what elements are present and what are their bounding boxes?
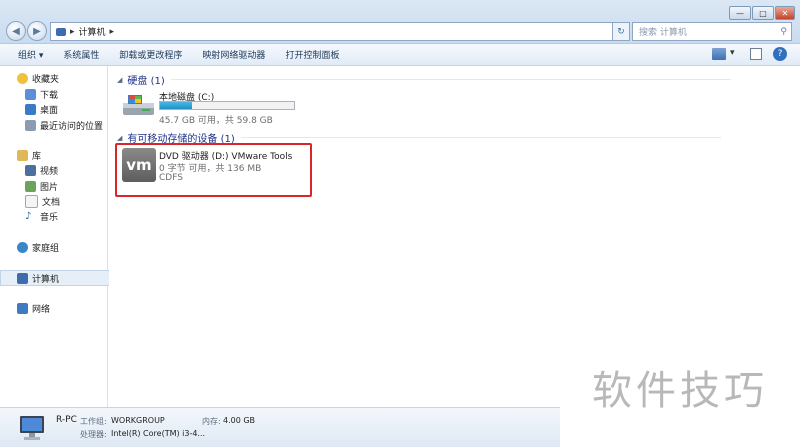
video-icon bbox=[25, 164, 36, 176]
drive-filesystem: CDFS bbox=[159, 173, 183, 183]
memory-label: 内存: bbox=[202, 417, 221, 426]
command-toolbar: 组织 ▾ 系统属性 卸载或更改程序 映射网络驱动器 打开控制面板 ▾ ? bbox=[0, 44, 800, 66]
star-icon bbox=[17, 72, 28, 84]
search-placeholder: 搜索 计算机 bbox=[639, 28, 687, 38]
collapse-icon: ◢ bbox=[117, 75, 123, 84]
drive-usage-bar bbox=[159, 101, 295, 110]
minimize-button[interactable]: — bbox=[729, 6, 751, 20]
sidebar-item-label: 下载 bbox=[40, 90, 59, 101]
chevron-down-icon[interactable]: ▾ bbox=[730, 48, 735, 58]
search-input[interactable]: 搜索 计算机 ⚲ bbox=[632, 22, 792, 41]
sidebar-item-favorites[interactable]: 收藏夹 bbox=[0, 71, 125, 85]
sidebar-item-label: 桌面 bbox=[40, 105, 59, 116]
computer-icon bbox=[20, 416, 44, 440]
search-icon: ⚲ bbox=[780, 26, 787, 37]
drive-usage-fill bbox=[160, 102, 193, 109]
sidebar-item-label: 音乐 bbox=[40, 212, 59, 223]
sidebar-item-network[interactable]: 网络 bbox=[0, 301, 125, 315]
homegroup-icon bbox=[17, 241, 28, 253]
toolbar-open-control-panel[interactable]: 打开控制面板 bbox=[275, 48, 349, 61]
close-button[interactable]: ✕ bbox=[775, 6, 795, 20]
sidebar-item-label: 计算机 bbox=[32, 274, 60, 285]
toolbar-uninstall-program[interactable]: 卸载或更改程序 bbox=[109, 48, 192, 61]
collapse-icon: ◢ bbox=[117, 133, 123, 142]
sidebar-item-label: 视频 bbox=[40, 166, 59, 177]
memory-value: 4.00 GB bbox=[223, 416, 256, 425]
drive-free-space: 45.7 GB 可用，共 59.8 GB bbox=[159, 116, 273, 126]
download-folder-icon bbox=[25, 88, 36, 100]
picture-icon bbox=[25, 180, 36, 192]
library-icon bbox=[17, 149, 28, 161]
drive-d[interactable]: vm DVD 驱动器 (D:) VMware Tools 0 字节 可用，共 1… bbox=[119, 146, 309, 192]
computer-icon bbox=[56, 27, 66, 36]
group-divider bbox=[170, 79, 731, 80]
vmware-logo-text: vm bbox=[126, 156, 152, 174]
sidebar-item-label: 文档 bbox=[42, 197, 61, 208]
sidebar-item-libraries[interactable]: 库 bbox=[0, 148, 125, 162]
computer-icon bbox=[17, 272, 28, 284]
refresh-icon: ↻ bbox=[617, 26, 625, 37]
view-options-icon[interactable] bbox=[712, 48, 726, 60]
network-icon bbox=[17, 302, 28, 314]
arrow-left-icon: ◀ bbox=[12, 25, 20, 37]
arrow-right-icon: ▶ bbox=[33, 25, 41, 37]
desktop-icon bbox=[25, 103, 36, 115]
preview-pane-icon[interactable] bbox=[750, 48, 762, 60]
music-icon: ♪ bbox=[25, 210, 32, 222]
address-path: 计算机 bbox=[78, 28, 106, 38]
group-header-hard-disks[interactable]: ◢ 硬盘 (1) bbox=[117, 72, 731, 87]
refresh-button[interactable]: ↻ bbox=[612, 22, 630, 41]
address-bar[interactable]: ▸ 计算机 ▸ ▾ bbox=[50, 22, 626, 41]
forward-button[interactable]: ▶ bbox=[27, 21, 47, 41]
cpu-label: 处理器: bbox=[80, 430, 107, 439]
minimize-icon: — bbox=[736, 8, 744, 18]
pc-name: R-PC bbox=[56, 415, 77, 425]
sidebar-item-label: 库 bbox=[32, 151, 42, 162]
watermark-text: 软件技巧 bbox=[592, 367, 768, 414]
toolbar-map-network-drive[interactable]: 映射网络驱动器 bbox=[192, 48, 275, 61]
workgroup-value: WORKGROUP bbox=[111, 416, 165, 425]
cpu-value: Intel(R) Core(TM) i3-4... bbox=[111, 429, 206, 438]
navigation-pane: 收藏夹 下载 桌面 最近访问的位置 库 视频 图片 文档 ♪ 音乐 家庭组 计算机… bbox=[0, 66, 126, 407]
maximize-button[interactable]: □ bbox=[752, 6, 774, 20]
back-button[interactable]: ◀ bbox=[6, 21, 26, 41]
sidebar-item-label: 家庭组 bbox=[32, 243, 60, 254]
close-icon: ✕ bbox=[781, 8, 789, 18]
sidebar-item-label: 图片 bbox=[40, 182, 59, 193]
document-icon bbox=[25, 194, 38, 208]
group-header-label: 硬盘 (1) bbox=[127, 76, 165, 87]
chevron-right-icon: ▸ bbox=[109, 26, 115, 37]
watermark: 软件技巧 bbox=[560, 326, 800, 447]
recent-places-icon bbox=[25, 119, 36, 131]
group-divider bbox=[240, 137, 721, 138]
sidebar-item-label: 收藏夹 bbox=[32, 74, 60, 85]
sidebar-item-homegroup[interactable]: 家庭组 bbox=[0, 240, 125, 254]
sidebar-item-computer[interactable]: 计算机 bbox=[0, 270, 126, 286]
maximize-icon: □ bbox=[759, 8, 767, 18]
help-icon[interactable]: ? bbox=[773, 47, 787, 61]
workgroup-label: 工作组: bbox=[80, 417, 107, 426]
chevron-right-icon: ▸ bbox=[70, 26, 75, 37]
drive-c[interactable]: 本地磁盘 (C:) 45.7 GB 可用，共 59.8 GB bbox=[119, 88, 309, 126]
toolbar-system-properties[interactable]: 系统属性 bbox=[53, 48, 109, 61]
sidebar-item-label: 网络 bbox=[32, 304, 51, 315]
window-top-bar: — □ ✕ ◀ ▶ ▸ 计算机 ▸ ▾ ↻ 搜索 计算机 ⚲ bbox=[0, 0, 800, 44]
toolbar-organize[interactable]: 组织 ▾ bbox=[0, 48, 53, 61]
vmware-logo-icon: vm bbox=[122, 148, 156, 182]
sidebar-item-label: 最近访问的位置 bbox=[40, 121, 104, 132]
hard-disk-icon bbox=[123, 95, 154, 115]
